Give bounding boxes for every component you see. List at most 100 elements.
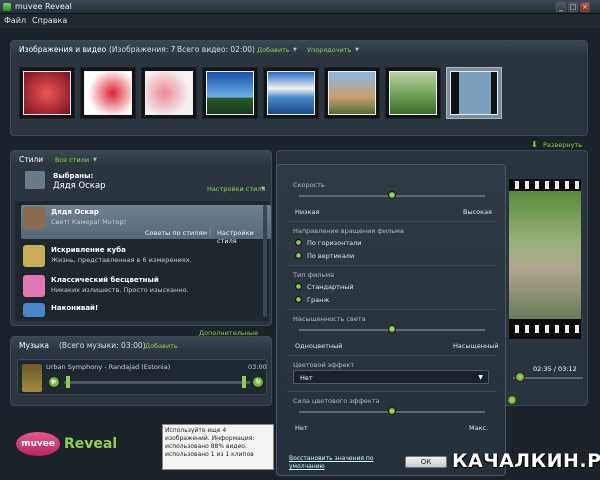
- rotation-horizontal-radio[interactable]: [295, 239, 302, 246]
- saturation-low-label: Одноцветный: [295, 342, 343, 350]
- style-item-uncle-oscar[interactable]: Дядя Оскар Свет! Камера! Мотор! Советы п…: [21, 205, 271, 245]
- refresh-icon[interactable]: ↻: [252, 376, 264, 388]
- rose-red-image: [23, 71, 71, 115]
- saturation-slider-knob[interactable]: [388, 325, 396, 333]
- uncle-oscar-style-icon: [23, 207, 45, 229]
- style-settings-link[interactable]: Настройки стиля: [207, 185, 265, 193]
- preview-time: 02:35 / 03:12: [533, 365, 577, 373]
- images-sort-link[interactable]: Упорядочить: [307, 46, 351, 54]
- divider: [287, 309, 497, 310]
- styles-all-caret-icon[interactable]: ▼: [93, 157, 97, 163]
- music-total: (Всего музыки: 03:00): [59, 341, 146, 350]
- restore-defaults-link[interactable]: Восстановить значения по умолчанию: [289, 455, 379, 471]
- track-end-marker[interactable]: [242, 376, 246, 388]
- style-item-desc: Никаких излишеств. Просто изысканно.: [51, 286, 189, 294]
- expand-link[interactable]: Развернуть: [543, 141, 582, 149]
- title-bar: muvee Reveal _ □ ×: [0, 0, 600, 14]
- style-item-name: Искривление куба: [51, 246, 126, 254]
- effect-strength-low-label: Нет: [295, 424, 308, 432]
- speed-high-label: Высокая: [463, 208, 492, 216]
- color-effect-value: Нет: [300, 374, 313, 382]
- track-start-marker[interactable]: [66, 376, 70, 388]
- music-add-link[interactable]: Добавить: [145, 342, 178, 350]
- style-item-name: Классический бесцветный: [51, 276, 159, 284]
- effect-strength-label: Сила цветового эффекта: [293, 397, 380, 405]
- chevron-down-icon[interactable]: ▼: [478, 374, 483, 381]
- track-timeline[interactable]: [64, 381, 250, 384]
- preview-play-icon[interactable]: [507, 395, 517, 405]
- play-icon[interactable]: ▶: [48, 376, 60, 388]
- reveal-logo-text: Reveal: [64, 436, 118, 452]
- people-park-image: [389, 71, 437, 115]
- styles-panel: Стили Все стили ▼ Выбраны: Дядя Оскар На…: [10, 150, 272, 345]
- people-beach-image: [328, 71, 376, 115]
- ok-button[interactable]: ОК: [405, 456, 447, 468]
- classic-colorless-style-icon: [23, 275, 45, 297]
- image-thumbnail[interactable]: [263, 67, 319, 119]
- images-header: Изображения и видео: [19, 45, 107, 54]
- selected-style-name: Дядя Оскар: [53, 181, 106, 191]
- music-note-icon: [22, 364, 42, 392]
- style-settings-caret-icon[interactable]: ▼: [261, 186, 265, 192]
- style-tips-link[interactable]: Советы по стилям: [145, 229, 207, 237]
- film-type-standard-radio[interactable]: [295, 283, 302, 290]
- film-camera-icon: [25, 171, 45, 189]
- video-thumbnail[interactable]: [446, 67, 502, 119]
- speed-label: Скорость: [293, 181, 325, 189]
- saturation-high-label: Насыщенный: [453, 342, 499, 350]
- music-panel: Музыка (Всего музыки: 03:00) Добавить Ur…: [10, 336, 272, 406]
- lake-image: [206, 71, 254, 115]
- styles-panel-header: Стили Все стили ▼: [11, 151, 271, 167]
- style-list: Дядя Оскар Свет! Камера! Мотор! Советы п…: [15, 201, 271, 321]
- logo-area: muvee Reveal: [10, 418, 160, 472]
- divider: [287, 265, 497, 266]
- rotation-vertical-radio[interactable]: [295, 252, 302, 259]
- expand-arrow-icon[interactable]: ⬇: [531, 140, 538, 149]
- image-thumbnail[interactable]: [385, 67, 441, 119]
- style-list-scrollbar[interactable]: [263, 205, 267, 317]
- image-thumbnail[interactable]: [141, 67, 197, 119]
- color-effect-label: Цветовой эффект: [293, 361, 355, 369]
- window-title: muvee Reveal: [15, 2, 72, 11]
- music-track[interactable]: Urban Symphony - Randajad (Estonia) 03:0…: [17, 359, 267, 395]
- preview-progress-knob[interactable]: [515, 372, 525, 382]
- close-button[interactable]: ×: [580, 2, 590, 12]
- video-clip-image: [450, 71, 498, 115]
- rose-pink-image: [145, 71, 193, 115]
- film-strip-bottom: [509, 325, 581, 333]
- film-type-grunge-label: Гранж: [307, 296, 330, 304]
- images-total-video: Всего видео: 02:00): [177, 45, 255, 54]
- selected-label: Выбраны:: [53, 172, 94, 180]
- track-name: Urban Symphony - Randajad (Estonia): [46, 363, 171, 371]
- image-thumbnail[interactable]: [19, 67, 75, 119]
- images-panel: Изображения и видео (Изображения: 7 Всег…: [10, 40, 588, 149]
- styles-tab[interactable]: Стили: [19, 155, 43, 164]
- images-sort-caret-icon[interactable]: ▼: [355, 47, 359, 53]
- speed-slider-knob[interactable]: [388, 191, 396, 199]
- track-time: 03:00: [248, 363, 267, 371]
- color-effect-select[interactable]: Нет ▼: [293, 370, 489, 384]
- style-item-cube-warp[interactable]: Искривление куба Жизнь, представленная в…: [21, 243, 271, 271]
- styles-all-link[interactable]: Все стили: [55, 156, 89, 164]
- minimize-button[interactable]: _: [556, 2, 566, 12]
- overlay-style-icon: [23, 303, 45, 317]
- style-item-desc: Свет! Камера! Мотор!: [51, 218, 127, 226]
- style-item-classic-colorless[interactable]: Классический бесцветный Никаких излишест…: [21, 273, 271, 301]
- menu-help[interactable]: Справка: [32, 16, 67, 25]
- style-settings-dialog: Скорость Низкая Высокая Направление вращ…: [276, 164, 506, 476]
- maximize-button[interactable]: □: [568, 2, 578, 12]
- film-type-grunge-radio[interactable]: [295, 296, 302, 303]
- images-count: (Изображения: 7: [109, 45, 176, 54]
- images-add-caret-icon[interactable]: ▼: [293, 47, 297, 53]
- image-thumbnail[interactable]: [80, 67, 136, 119]
- style-item-name: Дядя Оскар: [51, 208, 99, 216]
- images-add-link[interactable]: Добавить: [257, 46, 290, 54]
- video-preview[interactable]: [509, 179, 581, 339]
- info-box: Используйте еще 4 изображений. Информаци…: [162, 424, 274, 470]
- rotation-horizontal-label: По горизонтали: [307, 239, 362, 247]
- effect-strength-slider-knob[interactable]: [388, 407, 396, 415]
- style-item-overlay[interactable]: Наконивай!: [21, 301, 271, 319]
- menu-file[interactable]: Файл: [4, 16, 26, 25]
- image-thumbnail[interactable]: [202, 67, 258, 119]
- image-thumbnail[interactable]: [324, 67, 380, 119]
